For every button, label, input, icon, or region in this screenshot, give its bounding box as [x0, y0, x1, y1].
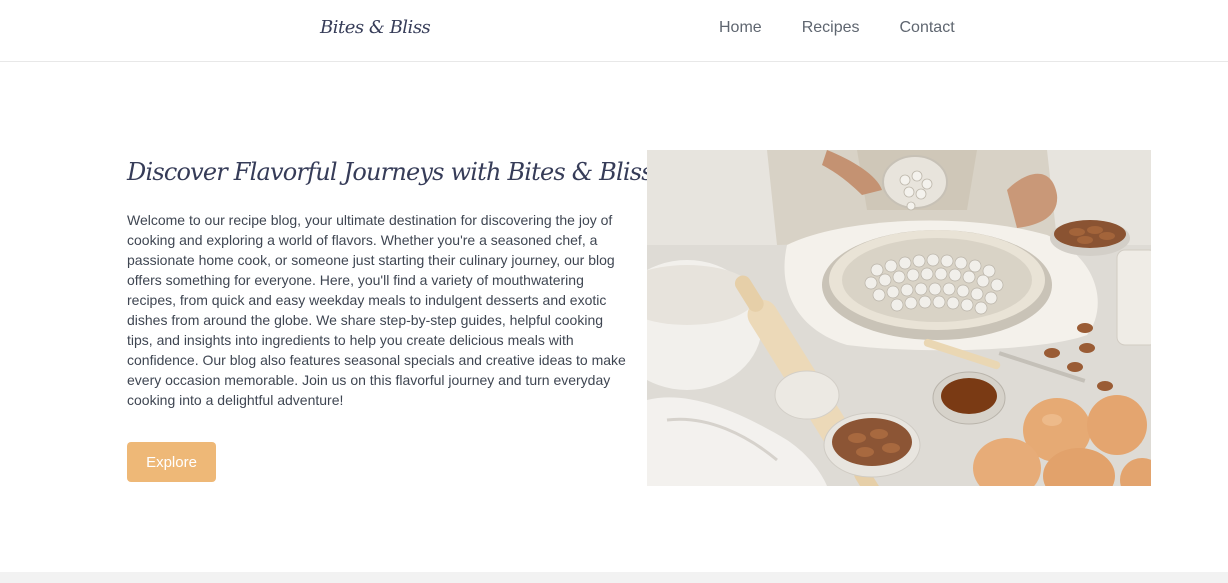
nav-link-contact[interactable]: Contact: [900, 18, 955, 38]
nav-link-recipes[interactable]: Recipes: [802, 18, 860, 38]
hero-title: Discover Flavorful Journeys with Bites &…: [127, 158, 654, 186]
nav-link-home[interactable]: Home: [719, 18, 762, 38]
baking-photo-illustration: [647, 150, 1151, 486]
explore-button[interactable]: Explore: [127, 442, 216, 482]
hero-description: Welcome to our recipe blog, your ultimat…: [127, 212, 626, 408]
site-header: Bites & Bliss Home Recipes Contact: [0, 0, 1228, 62]
hero-baking-image: [647, 150, 1151, 486]
main-nav: Home Recipes Contact: [719, 18, 955, 38]
footer-divider: [0, 572, 1228, 583]
site-logo[interactable]: Bites & Bliss: [320, 14, 431, 42]
